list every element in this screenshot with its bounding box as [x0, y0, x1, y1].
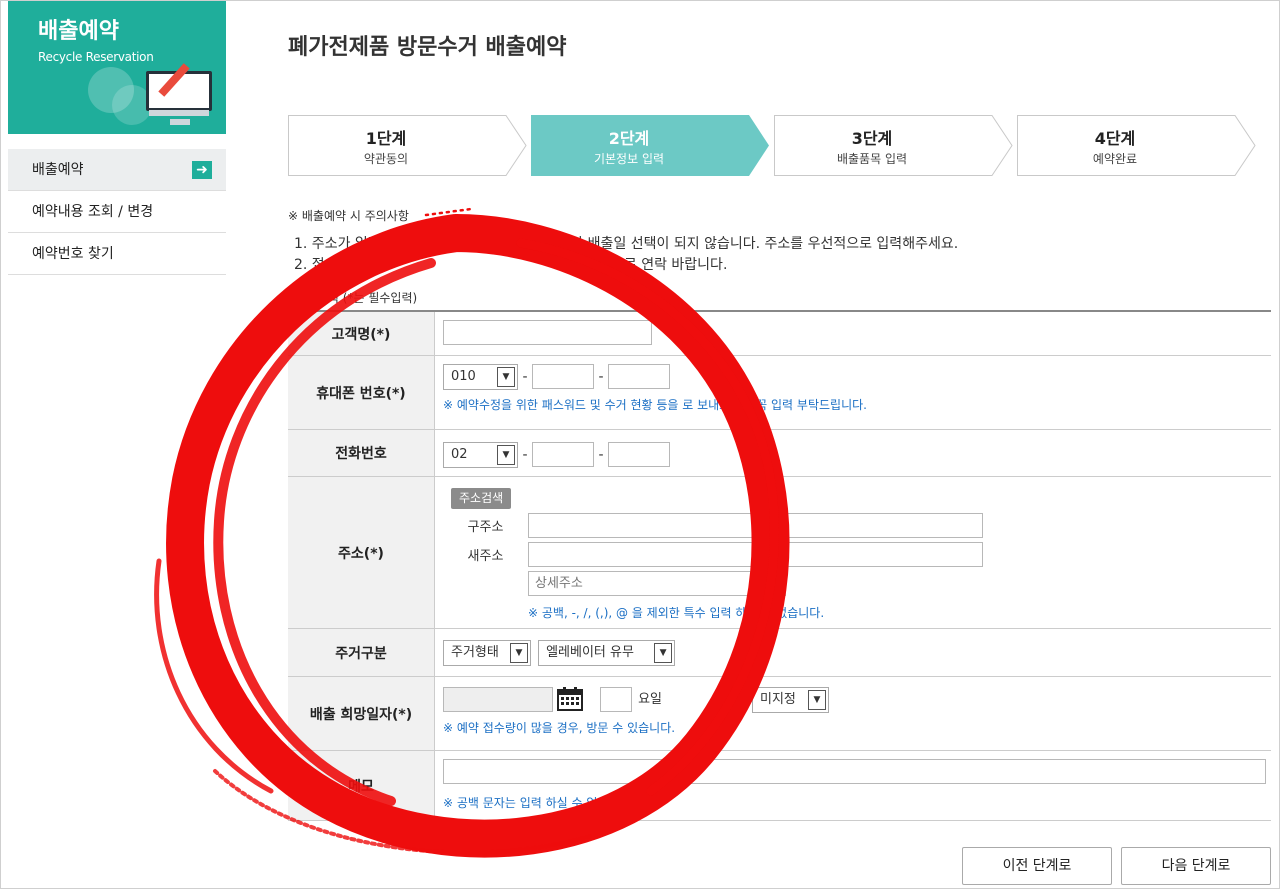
address-search-button[interactable]: 주소검색: [451, 488, 512, 509]
step-number: 4단계: [1094, 129, 1136, 148]
date-hint: ※ 예약 접수량이 많을 경우, 방문 수 있습니다.: [443, 721, 676, 735]
step-label: 예약완료: [1092, 152, 1138, 166]
mobile-last-input[interactable]: [608, 364, 670, 389]
address-hint: ※ 공백, -, /, (,), @ 을 제외한 특수 입력 하실 수 없습니다…: [528, 606, 825, 620]
basic-info-form: 고객명(*) 휴대폰 번호(*) 010 ▼ - - ※ 예약수정을 위한 패스워드 …: [288, 310, 1271, 821]
step-4: 4단계 예약완료: [1017, 115, 1257, 176]
old-address-input[interactable]: [528, 513, 983, 538]
notice-line-1: 1. 주소가 입력되지 않은 상태에서는 품목 및 희망 배출일 선택이 되지 …: [294, 236, 959, 252]
memo-row: 메모 ※ 공백 문자는 입력 하실 수 없습니다.: [288, 751, 1271, 821]
date-input[interactable]: [443, 687, 553, 712]
date-row: 배출 희망일자(*) 요일 미지정 ▼ ※ 예약 접수량이 많을 경우, 방문 수 …: [288, 677, 1271, 751]
form-caption: 정보 입력 (*는 필수입력): [291, 291, 418, 305]
mobile-prefix-value: 010: [451, 369, 476, 384]
dash: -: [522, 447, 528, 463]
step-3: 3단계 배출품목 입력: [774, 115, 1014, 176]
monitor-stand: [170, 119, 190, 125]
customer-row: 고객명(*): [288, 312, 1271, 356]
dash: -: [598, 369, 604, 385]
banner-title: 배출예약: [38, 19, 119, 44]
mobile-label: 휴대폰 번호(*): [288, 356, 435, 429]
phone-prefix-value: 02: [451, 447, 468, 462]
time-select[interactable]: 미지정 ▼: [752, 687, 830, 713]
chevron-down-icon: ▼: [510, 643, 528, 663]
phone-middle-input[interactable]: [532, 442, 594, 467]
sidebar-banner: 배출예약 Recycle Reservation: [8, 1, 226, 134]
time-value: 미지정: [760, 692, 796, 707]
step-indicator: 1단계 약관동의 2단계 기본정보 입력 3단계 배출품목 입력 4단계 예약완…: [288, 115, 1256, 176]
contact-number: 0903: [572, 257, 611, 273]
phone-row: 전화번호 02 ▼ - -: [288, 430, 1271, 477]
mobile-hint: ※ 예약수정을 위한 패스워드 및 수거 현황 등을 로 보내드리니 꼭 입력 …: [443, 398, 867, 412]
phone-prefix-select[interactable]: 02 ▼: [443, 442, 518, 468]
phone-label: 전화번호: [288, 430, 435, 476]
step-2: 2단계 기본정보 입력: [531, 115, 771, 176]
sidebar-item-label: 예약내용 조회 / 변경: [32, 204, 154, 220]
sidebar-item-label: 예약번호 찾기: [32, 246, 114, 262]
step-number: 2단계: [608, 129, 650, 148]
day-label: 요일: [638, 692, 663, 707]
sidebar-item-label: 배출예약: [32, 162, 84, 178]
housing-label: 주거구분: [288, 629, 435, 676]
sidebar-item-find-number[interactable]: 예약번호 찾기: [8, 233, 226, 275]
notice-line-2-post: 으로 연락 바랍니다.: [611, 257, 728, 273]
sidebar: 배출예약 Recycle Reservation 배출예약 ➜ 예약내용 조회 …: [8, 1, 226, 275]
memo-hint: ※ 공백 문자는 입력 하실 수 없습니다.: [443, 796, 635, 810]
customer-label: 고객명(*): [288, 312, 435, 355]
sidebar-menu: 배출예약 ➜ 예약내용 조회 / 변경 예약번호 찾기: [8, 149, 226, 275]
page: 배출예약 Recycle Reservation 배출예약 ➜ 예약내용 조회 …: [0, 0, 1280, 889]
step-label: 약관동의: [363, 152, 409, 166]
new-address-label: 새주소: [467, 549, 504, 564]
detail-address-input[interactable]: [528, 571, 786, 596]
elevator-select[interactable]: 엘레베이터 유무 ▼: [538, 640, 676, 666]
page-title: 폐가전제품 방문수거 배출예약: [288, 35, 567, 60]
sidebar-item-reservation[interactable]: 배출예약 ➜: [8, 149, 226, 191]
step-1: 1단계 약관동의: [288, 115, 528, 176]
day-input[interactable]: [600, 687, 633, 712]
chevron-down-icon: ▼: [497, 445, 515, 465]
dash: -: [598, 447, 604, 463]
phone-last-input[interactable]: [608, 442, 670, 467]
calendar-icon[interactable]: [557, 687, 583, 711]
arrow-right-icon: ➜: [192, 161, 212, 179]
date-label: 배출 희망일자(*): [288, 677, 435, 750]
memo-label: 메모: [288, 751, 435, 820]
old-address-label: 구주소: [467, 520, 504, 535]
step-label: 기본정보 입력: [593, 152, 665, 166]
housing-row: 주거구분 주거형태 ▼ 엘레베이터 유무 ▼: [288, 629, 1271, 677]
notice-heading: ※ 배출예약 시 주의사항: [288, 209, 409, 223]
customer-name-input[interactable]: [443, 320, 652, 345]
mobile-row: 휴대폰 번호(*) 010 ▼ - - ※ 예약수정을 위한 패스워드 및 수거 현황…: [288, 356, 1271, 430]
elevator-value: 엘레베이터 유무: [546, 645, 634, 660]
mobile-middle-input[interactable]: [532, 364, 594, 389]
chevron-down-icon: ▼: [654, 643, 673, 663]
banner-subtitle: Recycle Reservation: [38, 50, 154, 64]
mobile-prefix-select[interactable]: 010 ▼: [443, 364, 518, 390]
chevron-down-icon: ▼: [497, 367, 515, 387]
housing-type-select[interactable]: 주거형태 ▼: [443, 640, 531, 666]
prev-step-button[interactable]: 이전 단계로: [962, 847, 1112, 885]
step-label: 배출품목 입력: [836, 152, 908, 166]
notice-line-2-pre: 2. 접수: [294, 257, 338, 273]
notice-box: ※ 배출예약 시 주의사항 1. 주소가 입력되지 않은 상태에서는 품목 및 …: [288, 207, 958, 276]
next-step-button[interactable]: 다음 단계로: [1121, 847, 1271, 885]
step-number: 3단계: [851, 129, 893, 148]
dash: -: [522, 369, 528, 385]
address-row: 주소(*) 주소검색 구주소 새주소 ※ 공백, -, /, (,), @ 을 …: [288, 477, 1271, 629]
new-address-input[interactable]: [528, 542, 983, 567]
chevron-down-icon: ▼: [808, 690, 827, 710]
housing-type-value: 주거형태: [451, 645, 499, 660]
step-number: 1단계: [365, 129, 407, 148]
sidebar-item-lookup[interactable]: 예약내용 조회 / 변경: [8, 191, 226, 233]
address-label: 주소(*): [288, 477, 435, 628]
notice-line-2: 2. 접수 0903으로 연락 바랍니다.: [288, 255, 958, 276]
memo-input[interactable]: [443, 759, 1266, 784]
